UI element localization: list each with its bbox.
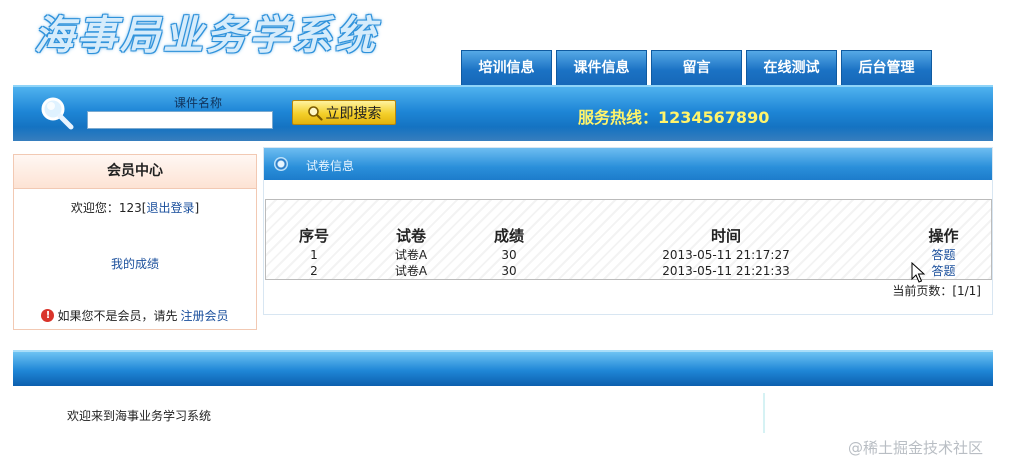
bullet-icon [274, 157, 288, 171]
paper-info-section: 试卷信息 序号 试卷 成绩 时间 操作 1 试卷A 30 2013-05-11 … [263, 147, 993, 315]
cell-action: 答题 [894, 263, 993, 279]
section-title: 试卷信息 [306, 159, 355, 173]
table-row: 1 试卷A 30 2013-05-11 21:17:27 答题 [266, 247, 993, 263]
cell-index: 1 [310, 248, 318, 262]
tab-message[interactable]: 留言 [651, 50, 742, 86]
watermark: @稀土掘金技术社区 [848, 439, 984, 457]
footer-bar [13, 350, 993, 386]
search-icon [307, 105, 323, 121]
tab-courseware-info[interactable]: 课件信息 [556, 50, 647, 86]
pager: 当前页数：[1/1] [892, 284, 981, 298]
column-header-index: 序号 [298, 227, 329, 245]
my-scores-link[interactable]: 我的成绩 [14, 255, 256, 272]
papers-table-wrap: 序号 试卷 成绩 时间 操作 1 试卷A 30 2013-05-11 21:17… [265, 199, 992, 280]
cell-time: 2013-05-11 21:21:33 [662, 264, 790, 278]
member-welcome: 欢迎您：123[退出登录] [70, 201, 200, 215]
tab-admin[interactable]: 后台管理 [841, 50, 932, 86]
username: 123 [118, 201, 142, 215]
cell-score: 30 [501, 264, 517, 278]
search-button-label: 立即搜索 [325, 105, 382, 122]
mouse-cursor-icon [911, 262, 925, 283]
answer-link[interactable]: 答题 [931, 248, 955, 262]
cell-score: 30 [501, 248, 517, 262]
site-logo: 海事局业务学系统 [34, 12, 378, 59]
answer-link[interactable]: 答题 [931, 264, 955, 278]
table-header-row: 序号 试卷 成绩 时间 操作 [266, 226, 993, 247]
warning-icon: ! [41, 309, 55, 322]
footer-text: 欢迎来到海事业务学习系统 [67, 409, 212, 423]
service-hotline: 服务热线：1234567890 [578, 108, 770, 127]
member-center-title: 会员中心 [14, 155, 256, 189]
search-bar: 课件名称 立即搜索 服务热线：1234567890 [13, 85, 993, 141]
logout-link[interactable]: 退出登录 [146, 201, 194, 215]
cell-index: 2 [310, 264, 318, 278]
welcome-prefix: 欢迎您： [70, 201, 119, 215]
papers-table: 序号 试卷 成绩 时间 操作 1 试卷A 30 2013-05-11 21:17… [266, 226, 993, 279]
column-header-score: 成绩 [493, 227, 524, 245]
notice-text: 如果您不是会员，请先 [57, 309, 178, 323]
member-center: 会员中心 欢迎您：123[退出登录] 我的成绩 ! 如果您不是会员，请先 注册会员 [13, 154, 257, 330]
search-label: 课件名称 [173, 96, 222, 110]
courseware-search-input[interactable] [87, 111, 273, 129]
register-link[interactable]: 注册会员 [181, 307, 229, 324]
magnifier-icon [41, 97, 74, 130]
footer-divider [763, 393, 765, 433]
cell-paper: 试卷A [394, 264, 428, 278]
column-header-time: 时间 [710, 227, 741, 245]
cell-time: 2013-05-11 21:17:27 [662, 248, 790, 262]
column-header-action: 操作 [928, 227, 959, 245]
search-button[interactable]: 立即搜索 [292, 100, 396, 125]
cell-action: 答题 [894, 247, 993, 263]
tab-online-test[interactable]: 在线测试 [746, 50, 837, 86]
section-header: 试卷信息 [264, 148, 992, 180]
member-notice: ! 如果您不是会员，请先 注册会员 [14, 307, 256, 324]
column-header-paper: 试卷 [395, 227, 426, 245]
cell-paper: 试卷A [394, 248, 428, 262]
table-row: 2 试卷A 30 2013-05-11 21:21:33 答题 [266, 263, 993, 279]
tab-training-info[interactable]: 培训信息 [461, 50, 552, 86]
